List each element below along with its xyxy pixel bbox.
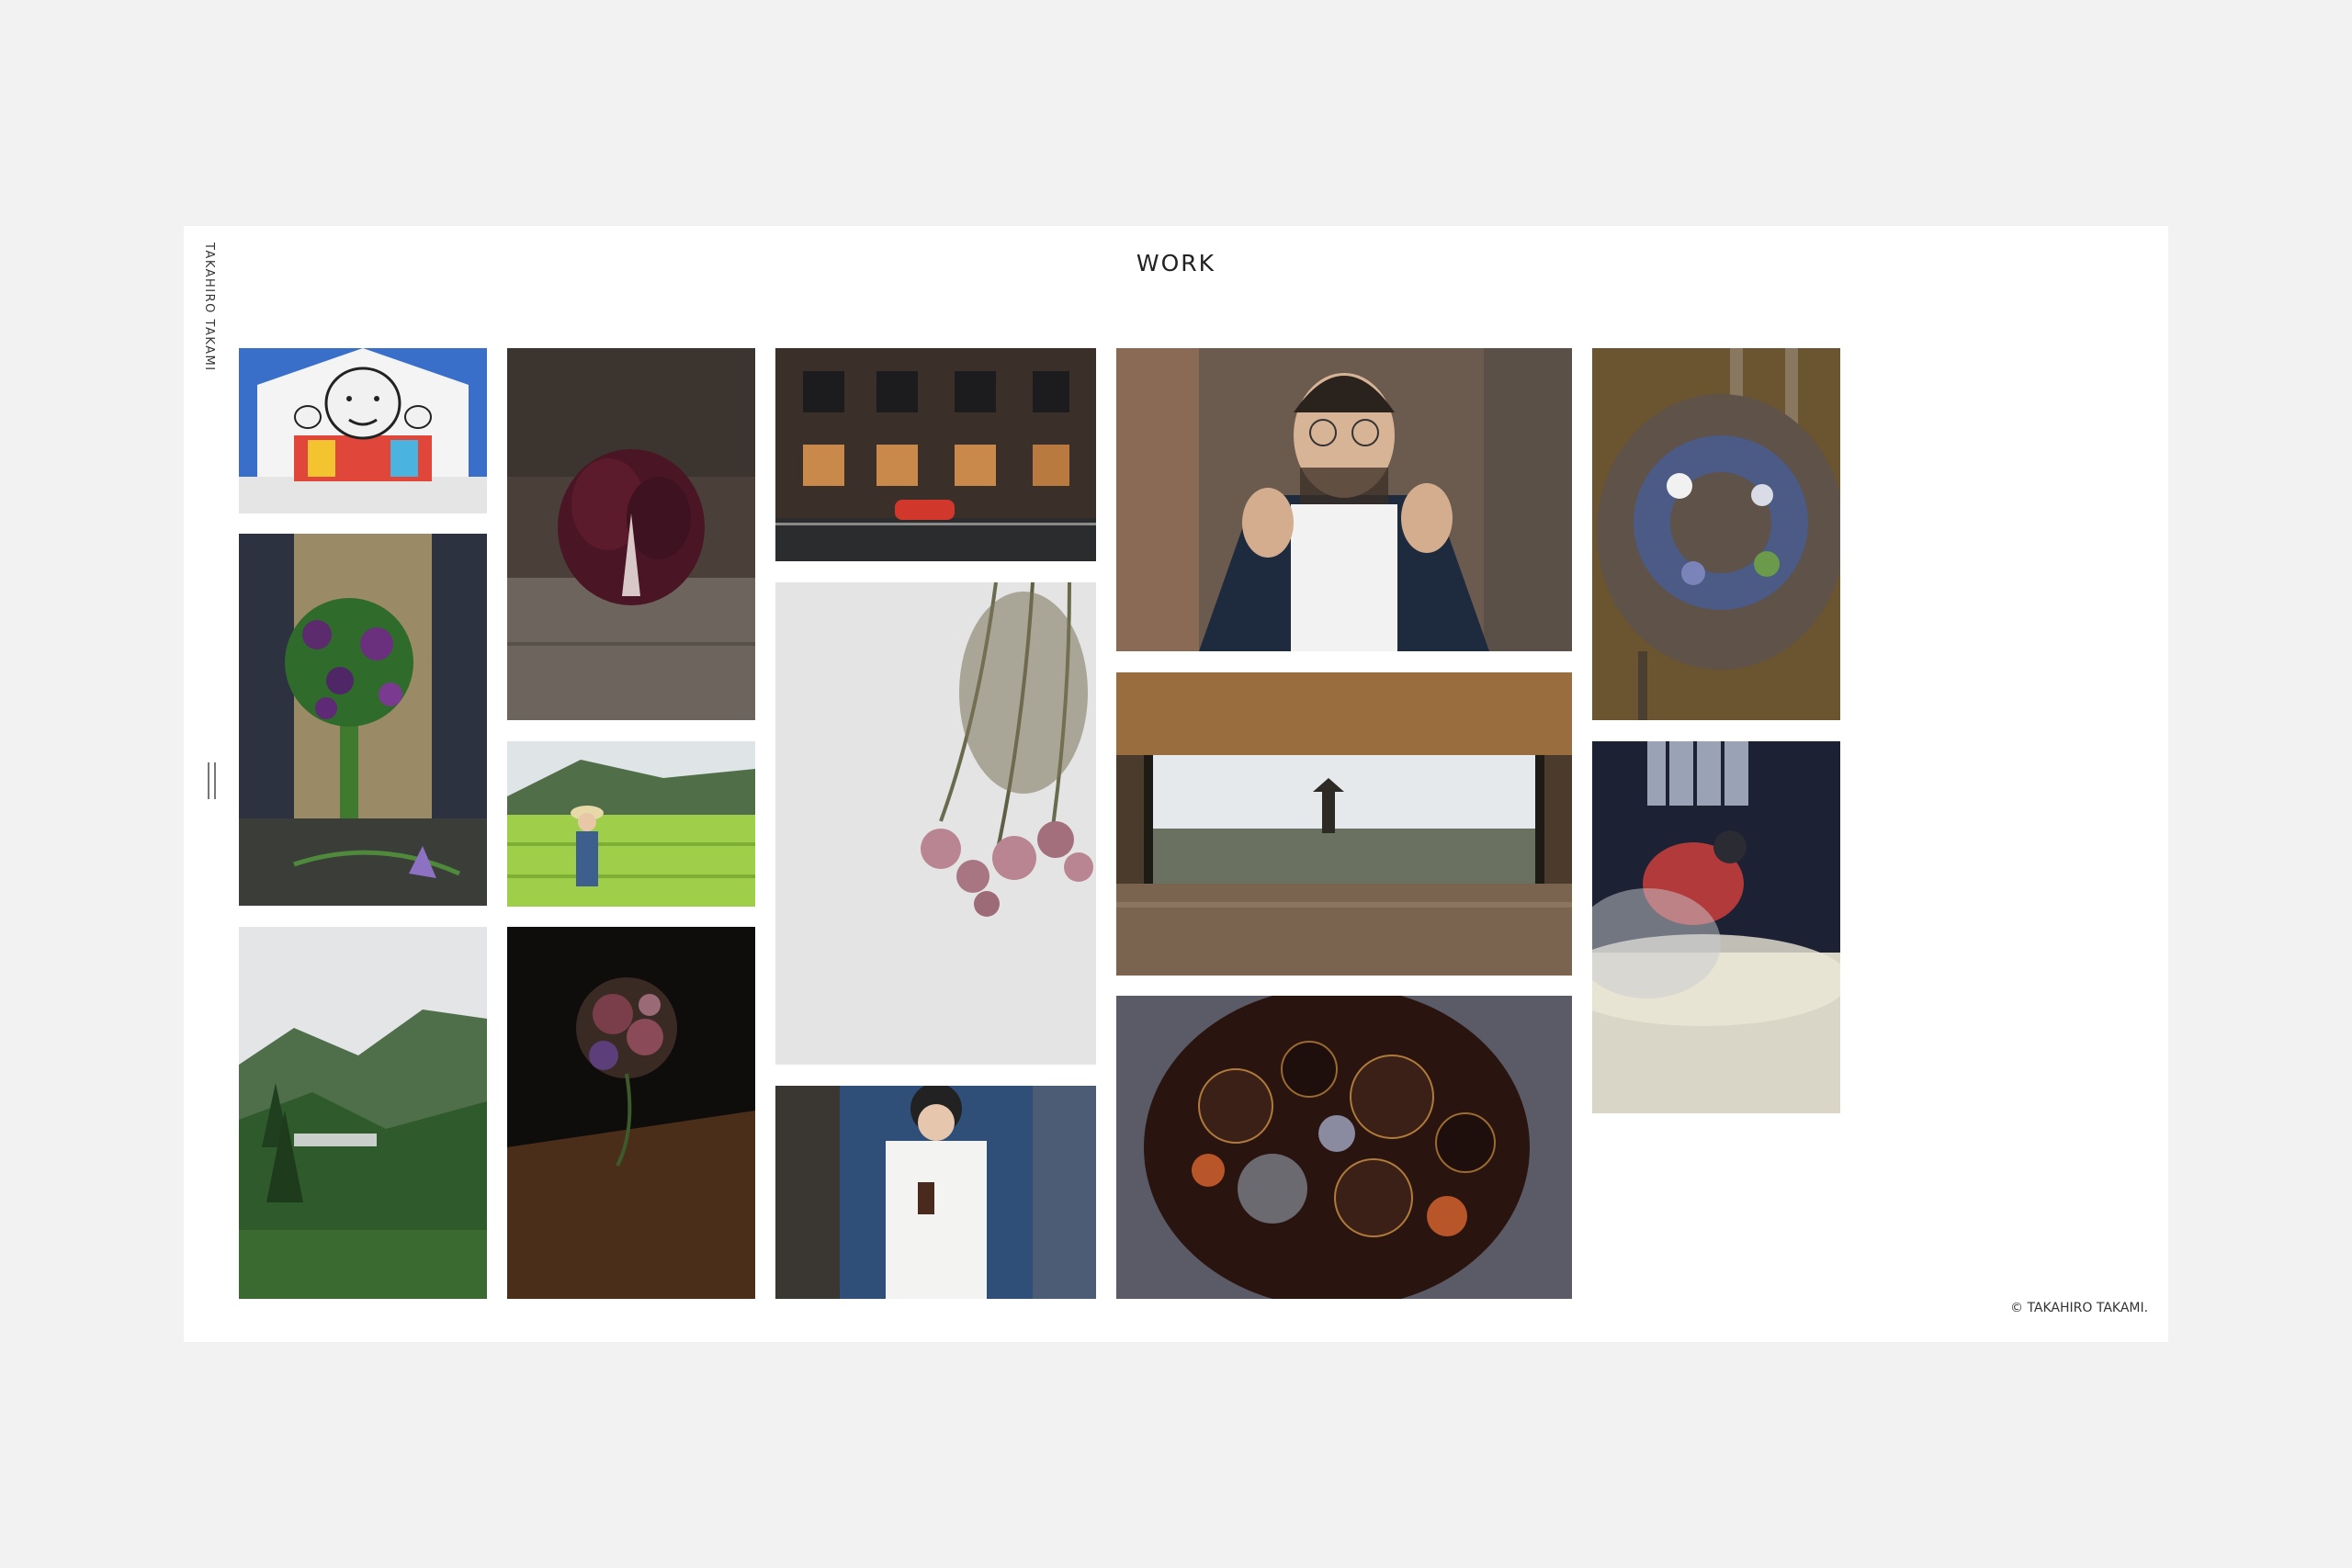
gallery-item-building-car[interactable] <box>775 348 1096 561</box>
gallery-item-radicchio[interactable] <box>507 348 755 720</box>
gallery-item-mural[interactable] <box>239 348 487 513</box>
gallery-item-dark-bouquet[interactable] <box>507 927 755 1299</box>
radicchio-image <box>507 348 755 720</box>
woman-glass-image <box>775 1086 1096 1299</box>
menu-icon-bar <box>208 762 209 799</box>
dried-flowers-image <box>775 582 1096 1065</box>
page-title: WORK <box>1136 250 1216 276</box>
portrait-man-image <box>1116 348 1572 651</box>
mural-image <box>239 348 487 513</box>
forest-mountain-image <box>239 927 487 1299</box>
steam-worker-image <box>1592 741 1840 1113</box>
bouquet-apron-image <box>239 534 487 906</box>
gallery-item-wreath-chair[interactable] <box>1592 348 1840 720</box>
gallery-item-kyoto-view[interactable] <box>1116 672 1572 976</box>
copyright-text: © TAKAHIRO TAKAMI. <box>2010 1301 2149 1315</box>
building-car-image <box>775 348 1096 561</box>
gallery-item-woman-glass[interactable] <box>775 1086 1096 1299</box>
menu-icon[interactable] <box>206 762 219 799</box>
gallery-item-steam-worker[interactable] <box>1592 741 1840 1113</box>
menu-icon-bar <box>214 762 216 799</box>
gallery-item-lacquer-plate[interactable] <box>1116 996 1572 1299</box>
gallery-item-rice-terrace-girl[interactable] <box>507 741 755 907</box>
wreath-chair-image <box>1592 348 1840 720</box>
gallery-item-bouquet-apron[interactable] <box>239 534 487 906</box>
kyoto-view-image <box>1116 672 1572 976</box>
dark-bouquet-image <box>507 927 755 1299</box>
gallery-item-portrait-man[interactable] <box>1116 348 1572 651</box>
gallery-item-dried-flowers[interactable] <box>775 582 1096 1065</box>
gallery-item-forest-mountain[interactable] <box>239 927 487 1299</box>
rice-terrace-girl-image <box>507 741 755 907</box>
lacquer-plate-image <box>1116 996 1572 1299</box>
